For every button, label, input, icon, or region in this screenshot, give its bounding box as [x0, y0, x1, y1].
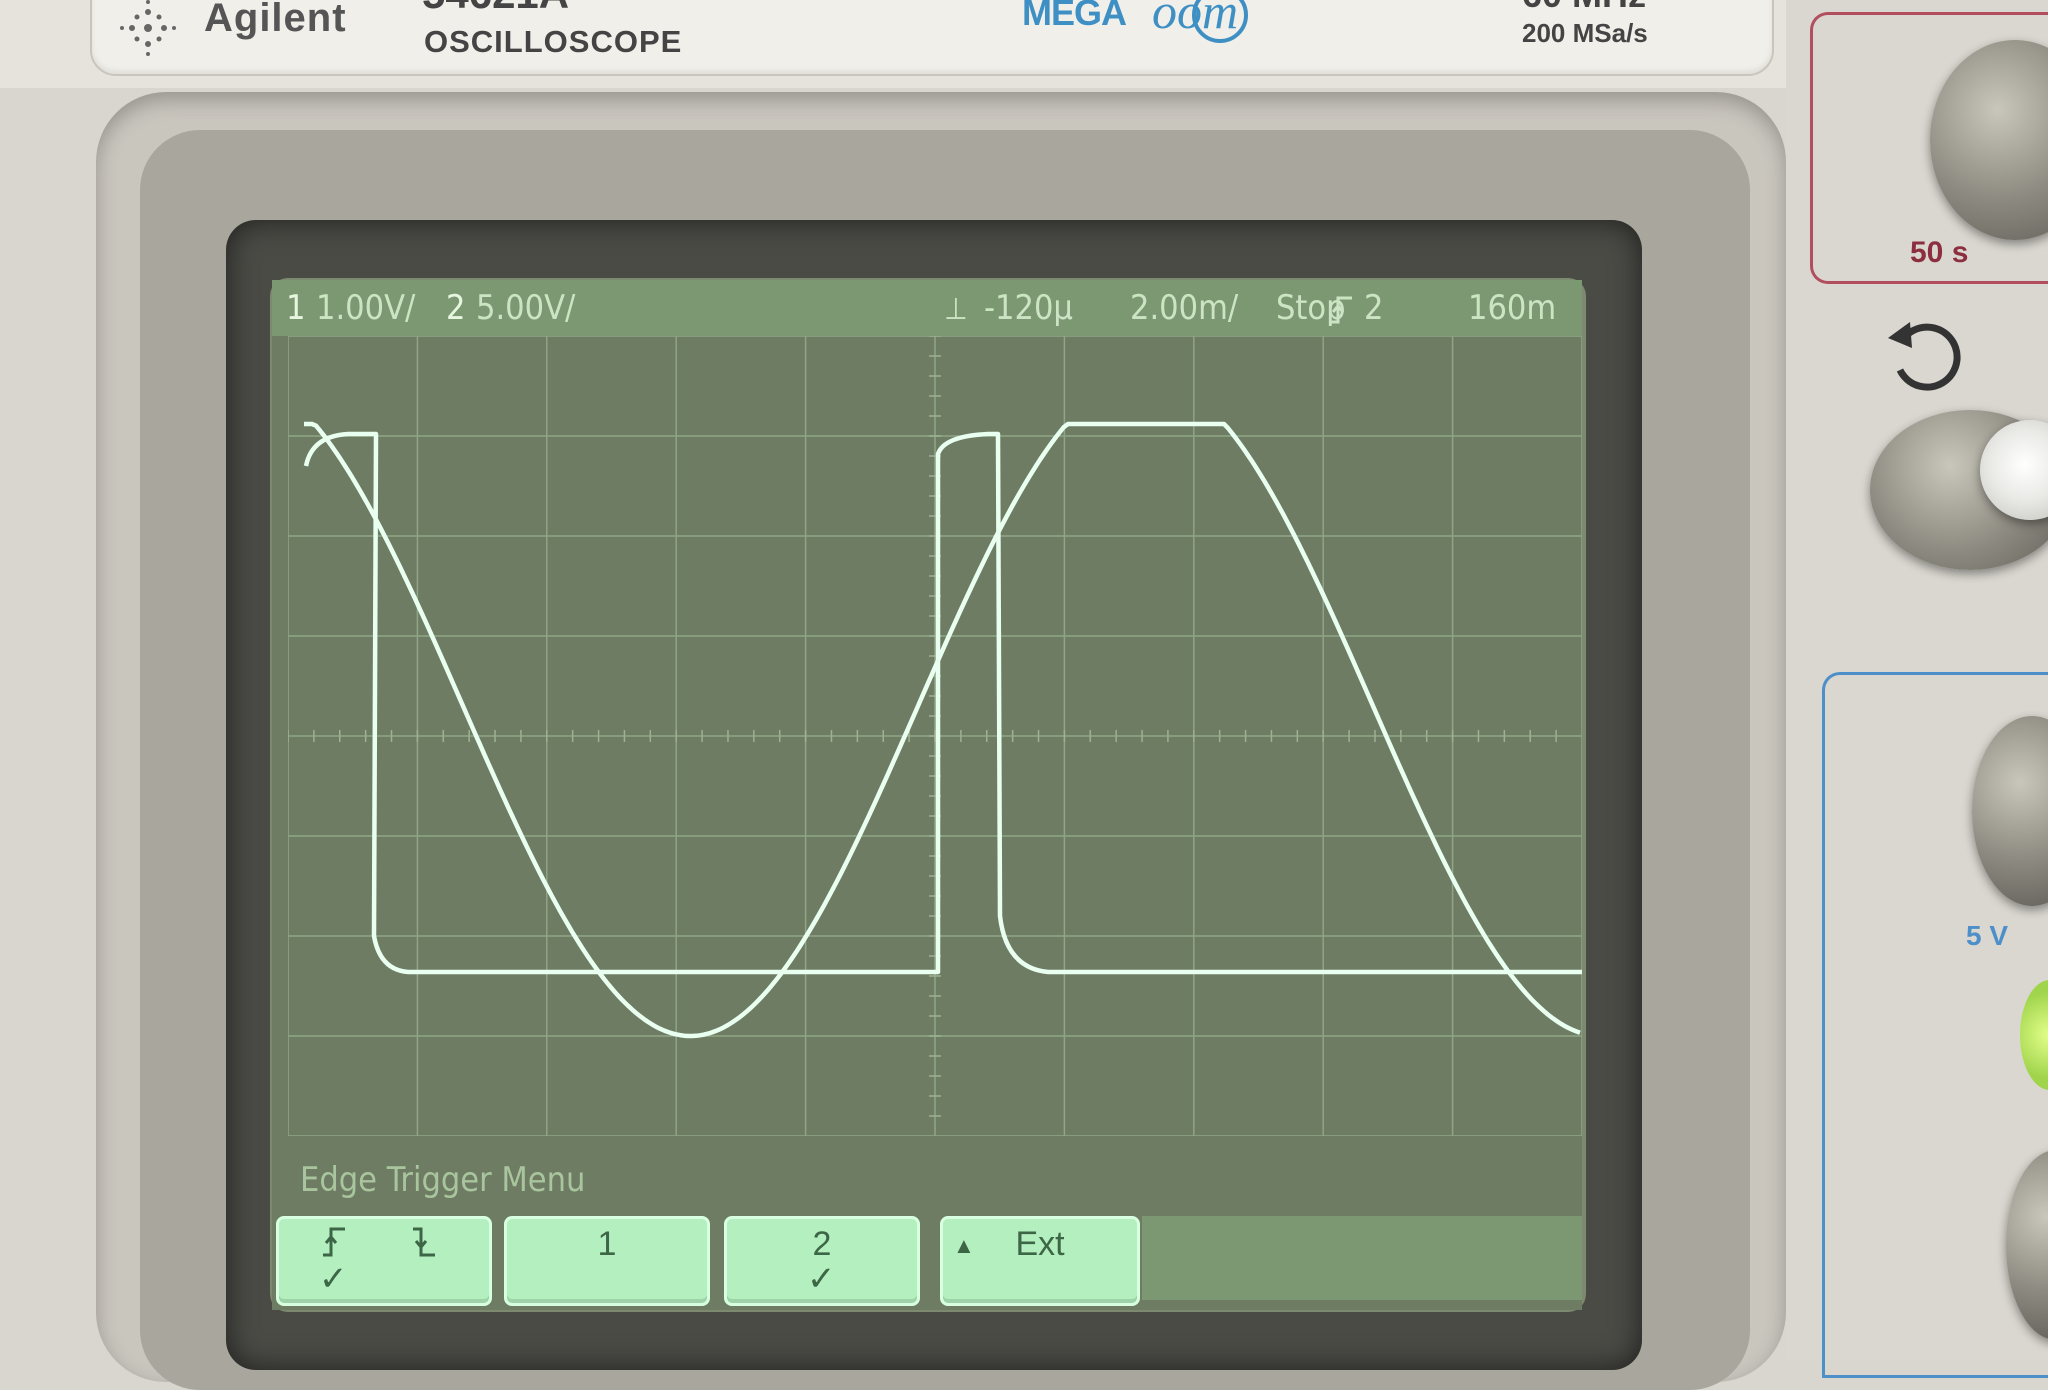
ch2-number: 2 — [446, 288, 466, 328]
model-type: OSCILLOSCOPE — [424, 24, 683, 59]
slope-selected-check: ✓ — [319, 1260, 348, 1298]
channel-2-square-trace — [303, 431, 1582, 975]
ext-label: Ext — [1015, 1225, 1065, 1263]
horizontal-scale-label: 50 s — [1910, 236, 1969, 269]
source-1-label: 1 — [597, 1225, 617, 1263]
status-bar: 1 1.00V/ 2 5.00V/ ⊥ -120µ 2.00m/ Stop 2 … — [272, 280, 1582, 336]
ch1-number: 1 — [286, 288, 306, 328]
rising-edge-icon — [1330, 296, 1352, 324]
ext-softkey[interactable]: ▲ Ext — [940, 1216, 1140, 1306]
agilent-spark-icon — [120, 0, 176, 56]
trigger-level: 160m — [1468, 288, 1557, 328]
graticule — [288, 336, 1582, 1136]
slope-softkey[interactable]: ✓ — [276, 1216, 492, 1306]
menu-title: Edge Trigger Menu — [300, 1160, 586, 1200]
delay-reference-icon: ⊥ — [944, 292, 968, 327]
trigger-source: 2 — [1364, 288, 1384, 328]
waveform-area — [303, 421, 1582, 1039]
time-per-division: 2.00m/ — [1130, 288, 1239, 328]
megazoom-logo-mega: MEGA — [1022, 0, 1127, 33]
horizontal-delay: -120µ — [984, 288, 1073, 328]
megazoom-logo-zoom: oom — [1152, 0, 1239, 39]
falling-slope-icon — [411, 1225, 437, 1268]
ch1-scale: 1.00V/ — [316, 288, 416, 328]
source-1-softkey[interactable]: 1 — [504, 1216, 710, 1306]
bandwidth-label: 60 MHz — [1522, 0, 1646, 16]
ch2-scale: 5.00V/ — [476, 288, 576, 328]
model-number: 54621A — [422, 0, 569, 18]
vertical-scale-label: 5 V — [1966, 920, 2009, 951]
scope-display: 1 1.00V/ 2 5.00V/ ⊥ -120µ 2.00m/ Stop 2 … — [272, 280, 1582, 1310]
undo-arrow-icon[interactable] — [1880, 308, 1976, 404]
menu-blank-area — [1142, 1216, 1582, 1300]
source-2-selected-check: ✓ — [807, 1260, 836, 1298]
label-strip: Agilent 54621A OSCILLOSCOPE MEGA oom 60 … — [90, 0, 1774, 76]
sample-rate-label: 200 MSa/s — [1522, 18, 1648, 48]
brand-name: Agilent — [204, 0, 347, 40]
channel-1-sine-trace — [304, 421, 1581, 1039]
source-2-softkey[interactable]: 2 ✓ — [724, 1216, 920, 1306]
